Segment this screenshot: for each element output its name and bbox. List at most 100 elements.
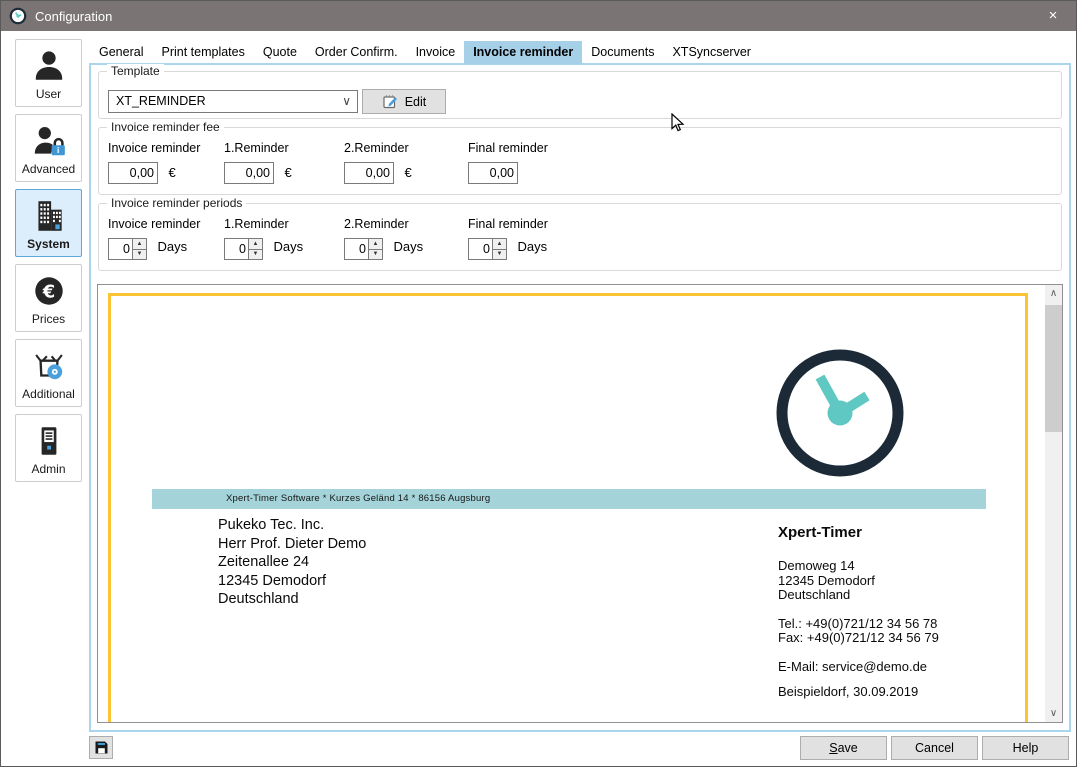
tab-documents[interactable]: Documents — [582, 41, 663, 64]
euro-coin-icon: € — [30, 272, 68, 310]
spin-up-icon[interactable]: ▲ — [368, 238, 383, 250]
period-first-reminder-input[interactable] — [224, 238, 248, 260]
company-name: Xpert-Timer — [778, 524, 1028, 541]
invoice-reminder-fee-group: Invoice reminder fee Invoice reminder € … — [98, 127, 1062, 195]
fee-field-label: Invoice reminder — [108, 141, 200, 155]
period-second-reminder-input[interactable] — [344, 238, 368, 260]
scroll-up-icon[interactable]: ∧ — [1045, 285, 1062, 302]
fee-field-label: 2.Reminder — [344, 141, 412, 155]
fee-field: Invoice reminder € — [108, 141, 200, 184]
title-bar[interactable]: Configuration × — [1, 1, 1076, 31]
tab-print-templates[interactable]: Print templates — [152, 41, 253, 64]
tab-general[interactable]: General — [90, 41, 152, 64]
sidebar-item-additional[interactable]: Additional — [15, 339, 82, 407]
fee-group-title: Invoice reminder fee — [107, 120, 224, 134]
sidebar-item-label: Additional — [16, 387, 81, 401]
mouse-cursor — [671, 113, 685, 134]
fee-second-reminder-input[interactable] — [344, 162, 394, 184]
currency-label: € — [168, 165, 175, 180]
cancel-button-label: Cancel — [915, 741, 954, 755]
period-final-reminder-input[interactable] — [468, 238, 492, 260]
company-address-line: 12345 Demodorf — [778, 574, 1028, 589]
recipient-line: 12345 Demodorf — [218, 572, 366, 591]
chevron-down-icon: ∨ — [342, 91, 351, 112]
invoice-reminder-periods-group: Invoice reminder periods Invoice reminde… — [98, 203, 1062, 271]
period-field: Invoice reminder ▲ ▼ Days — [108, 217, 200, 260]
sidebar-item-label: User — [16, 87, 81, 101]
tab-invoice-reminder[interactable]: Invoice reminder — [464, 41, 582, 64]
recipient-line: Deutschland — [218, 590, 366, 609]
window-title: Configuration — [35, 9, 112, 24]
template-preview-pane[interactable]: Xpert-Timer Software * Kurzes Geländ 14 … — [97, 284, 1063, 723]
place-date-line: Beispieldorf, 30.09.2019 — [778, 685, 1028, 700]
edit-button-label: Edit — [405, 95, 427, 109]
company-address-line: Demoweg 14 — [778, 559, 1028, 574]
svg-text:€: € — [41, 281, 54, 302]
cancel-button[interactable]: Cancel — [891, 736, 978, 760]
sidebar-item-advanced[interactable]: i Advanced — [15, 114, 82, 182]
fee-first-reminder-input[interactable] — [224, 162, 274, 184]
scroll-down-icon[interactable]: ∨ — [1045, 705, 1062, 722]
preview-scrollbar[interactable]: ∧ ∨ — [1045, 285, 1062, 722]
building-icon — [30, 197, 68, 235]
scrollbar-thumb[interactable] — [1045, 305, 1062, 432]
recipient-address-block: Pukeko Tec. Inc. Herr Prof. Dieter Demo … — [218, 516, 366, 609]
spin-up-icon[interactable]: ▲ — [492, 238, 507, 250]
fee-field-label: Final reminder — [468, 141, 548, 155]
company-tel: Tel.: +49(0)721/12 34 56 78 — [778, 617, 1028, 632]
close-icon[interactable]: × — [1030, 1, 1076, 31]
sidebar-item-label: Advanced — [16, 162, 81, 176]
company-email: E-Mail: service@demo.de — [778, 660, 1028, 675]
fee-field: 1.Reminder € — [224, 141, 292, 184]
template-dropdown-value: XT_REMINDER — [116, 94, 206, 108]
sidebar-item-label: Prices — [16, 312, 81, 326]
periods-group-title: Invoice reminder periods — [107, 196, 246, 210]
svg-text:i: i — [57, 145, 59, 155]
edit-template-button[interactable]: Edit — [362, 89, 446, 114]
save-button-label: Save — [829, 741, 858, 755]
fee-field: Final reminder — [468, 141, 548, 184]
period-field: 1.Reminder ▲ ▼ Days — [224, 217, 303, 260]
spin-down-icon[interactable]: ▼ — [248, 250, 263, 261]
template-dropdown[interactable]: XT_REMINDER ∨ — [108, 90, 358, 113]
sidebar-item-prices[interactable]: € Prices — [15, 264, 82, 332]
recipient-line: Herr Prof. Dieter Demo — [218, 535, 366, 554]
spin-up-icon[interactable]: ▲ — [248, 238, 263, 250]
currency-label: € — [284, 165, 291, 180]
quick-save-button[interactable] — [89, 736, 113, 759]
floppy-disk-icon — [94, 740, 109, 755]
configuration-window: Configuration × User i Advanced — [0, 0, 1077, 767]
spin-down-icon[interactable]: ▼ — [132, 250, 147, 261]
box-cd-icon — [30, 347, 68, 385]
period-field-label: 2.Reminder — [344, 217, 423, 231]
computer-tower-icon — [30, 422, 68, 460]
clock-app-icon — [9, 7, 27, 25]
spin-down-icon[interactable]: ▼ — [368, 250, 383, 261]
company-address-line: Deutschland — [778, 588, 1028, 603]
user-lock-icon: i — [30, 122, 68, 160]
currency-label: € — [404, 165, 411, 180]
spin-up-icon[interactable]: ▲ — [132, 238, 147, 250]
tab-invoice[interactable]: Invoice — [407, 41, 465, 64]
sidebar-item-system[interactable]: System — [15, 189, 82, 257]
period-field: 2.Reminder ▲ ▼ Days — [344, 217, 423, 260]
days-label: Days — [157, 239, 187, 254]
recipient-line: Zeitenallee 24 — [218, 553, 366, 572]
tab-order-confirm[interactable]: Order Confirm. — [306, 41, 407, 64]
fee-invoice-reminder-input[interactable] — [108, 162, 158, 184]
sidebar-item-admin[interactable]: Admin — [15, 414, 82, 482]
sender-address-band: Xpert-Timer Software * Kurzes Geländ 14 … — [152, 489, 986, 509]
spin-down-icon[interactable]: ▼ — [492, 250, 507, 261]
sidebar-item-user[interactable]: User — [15, 39, 82, 107]
days-label: Days — [517, 239, 547, 254]
days-label: Days — [393, 239, 423, 254]
company-info-block: Xpert-Timer Demoweg 14 12345 Demodorf De… — [778, 524, 1028, 700]
save-button[interactable]: Save — [800, 736, 887, 760]
fee-final-reminder-input[interactable] — [468, 162, 518, 184]
period-invoice-reminder-input[interactable] — [108, 238, 132, 260]
tab-quote[interactable]: Quote — [254, 41, 306, 64]
period-field: Final reminder ▲ ▼ Days — [468, 217, 548, 260]
company-fax: Fax: +49(0)721/12 34 56 79 — [778, 631, 1028, 646]
help-button[interactable]: Help — [982, 736, 1069, 760]
tab-xtsyncserver[interactable]: XTSyncserver — [663, 41, 760, 64]
